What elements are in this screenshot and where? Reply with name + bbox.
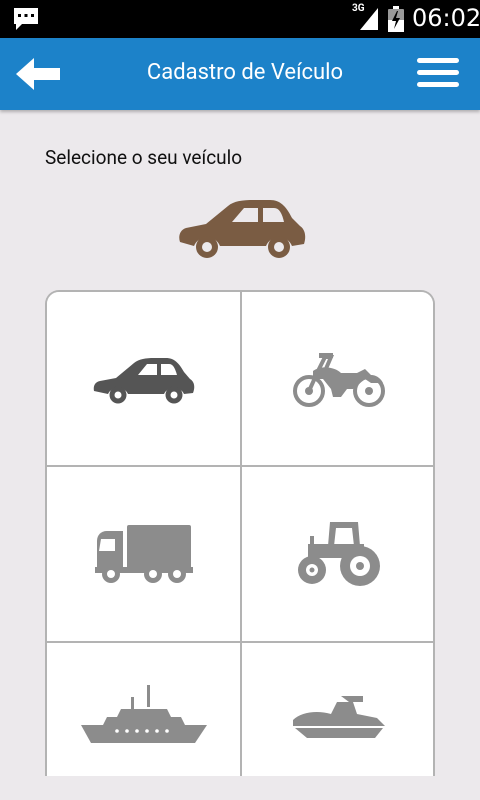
vehicle-option-ship[interactable] bbox=[47, 643, 240, 790]
hamburger-line bbox=[417, 70, 459, 75]
ship-icon bbox=[80, 685, 207, 743]
message-icon bbox=[14, 8, 38, 30]
page-title: Cadastro de Veículo bbox=[146, 60, 344, 85]
car-icon bbox=[93, 357, 194, 403]
hamburger-menu-icon bbox=[417, 58, 459, 63]
selected-vehicle-car-icon bbox=[179, 200, 306, 258]
jet-ski-icon bbox=[292, 696, 385, 738]
menu-button[interactable] bbox=[414, 54, 462, 94]
signal-icon bbox=[360, 8, 378, 30]
bottom-edge bbox=[0, 776, 480, 800]
grid-divider bbox=[47, 641, 433, 643]
motorcycle-icon bbox=[292, 352, 385, 407]
grid-divider bbox=[240, 292, 242, 790]
vehicle-option-truck[interactable] bbox=[47, 467, 240, 641]
tractor-icon bbox=[297, 522, 380, 586]
vehicle-option-motorcycle[interactable] bbox=[242, 292, 433, 465]
vehicle-option-car[interactable] bbox=[47, 292, 240, 465]
clock: 06:02 bbox=[412, 4, 480, 32]
grid-divider bbox=[47, 465, 433, 467]
vehicle-prompt: Selecione o seu veículo bbox=[45, 146, 243, 169]
battery-charging-icon bbox=[388, 6, 404, 32]
vehicle-option-jet-ski[interactable] bbox=[242, 643, 433, 790]
app-bar: Cadastro de Veículo bbox=[0, 38, 480, 110]
truck-icon bbox=[94, 525, 193, 583]
vehicle-option-tractor[interactable] bbox=[242, 467, 433, 641]
status-bar: 3G 06:02 bbox=[0, 0, 480, 38]
hamburger-line bbox=[417, 82, 459, 87]
vehicle-grid bbox=[45, 290, 435, 790]
